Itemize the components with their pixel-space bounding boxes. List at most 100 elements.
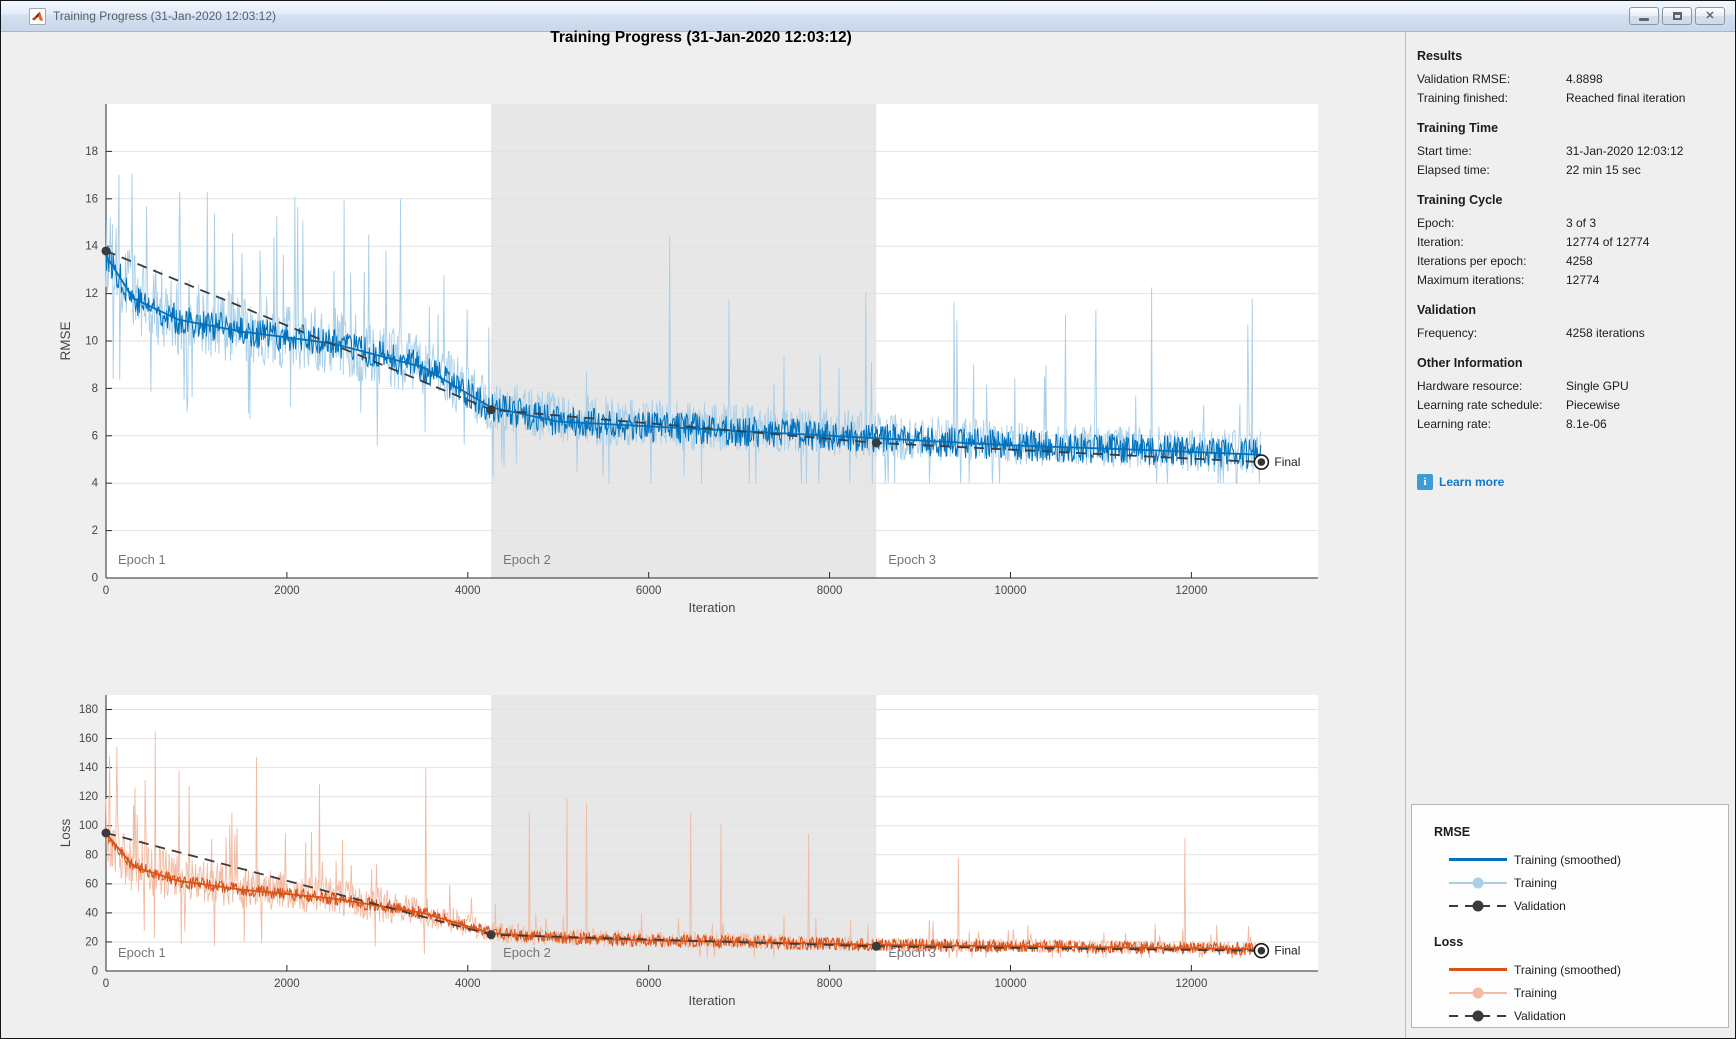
info-label: Epoch: — [1417, 216, 1455, 230]
info-value: Piecewise — [1566, 398, 1621, 412]
legend-line-sample — [1449, 900, 1507, 912]
info-row: Learning rate schedule: Piecewise — [1417, 396, 1724, 415]
info-value: Reached final iteration — [1566, 91, 1686, 105]
legend-item-label: Training (smoothed) — [1514, 962, 1621, 977]
learn-more-link[interactable]: i Learn more — [1417, 474, 1724, 490]
info-value: 4.8898 — [1566, 72, 1603, 86]
svg-text:18: 18 — [85, 146, 98, 158]
svg-text:14: 14 — [85, 241, 98, 253]
info-value: 4258 — [1566, 254, 1593, 268]
svg-text:2: 2 — [92, 525, 98, 537]
info-row: Start time: 31-Jan-2020 12:03:12 — [1417, 142, 1724, 161]
svg-text:12000: 12000 — [1175, 585, 1207, 597]
svg-text:Epoch 1: Epoch 1 — [118, 552, 166, 567]
svg-text:Epoch 2: Epoch 2 — [503, 945, 551, 960]
svg-text:12: 12 — [85, 288, 98, 300]
info-row: Frequency: 4258 iterations — [1417, 324, 1724, 343]
close-icon: ✕ — [1705, 9, 1715, 22]
svg-text:20: 20 — [85, 936, 98, 948]
minimize-button[interactable] — [1629, 7, 1659, 25]
svg-text:8: 8 — [92, 383, 98, 395]
svg-text:4000: 4000 — [455, 585, 481, 597]
svg-text:Final: Final — [1274, 455, 1300, 469]
info-label: Learning rate schedule: — [1417, 398, 1543, 412]
svg-text:10: 10 — [85, 336, 98, 348]
section-heading: Training Time — [1417, 121, 1499, 135]
info-value: 12774 of 12774 — [1566, 235, 1650, 249]
svg-text:RMSE: RMSE — [58, 321, 73, 360]
info-label: Iteration: — [1417, 235, 1464, 249]
svg-text:6000: 6000 — [636, 585, 662, 597]
minimize-icon — [1639, 17, 1649, 21]
section-heading: Results — [1417, 49, 1463, 63]
legend: RMSE Training (smoothed) Training Valida… — [1411, 804, 1729, 1028]
legend-item: Training — [1434, 981, 1728, 1004]
results-section: Results Validation RMSE: 4.8898 Training… — [1417, 49, 1724, 108]
svg-text:Iteration: Iteration — [689, 993, 736, 1008]
info-row: Validation RMSE: 4.8898 — [1417, 70, 1724, 89]
info-value: 8.1e-06 — [1566, 417, 1607, 431]
legend-item: Validation — [1434, 1004, 1728, 1027]
info-label: Hardware resource: — [1417, 379, 1523, 393]
legend-item: Training — [1434, 871, 1728, 894]
other-information-section: Other Information Hardware resource: Sin… — [1417, 356, 1724, 434]
info-label: Training finished: — [1417, 91, 1508, 105]
info-label: Learning rate: — [1417, 417, 1492, 431]
legend-group-loss: Loss Training (smoothed) Training Valida… — [1434, 935, 1728, 1027]
matlab-icon — [29, 7, 46, 25]
info-row: Epoch: 3 of 3 — [1417, 214, 1724, 233]
legend-item-label: Validation — [1514, 1008, 1566, 1023]
maximize-button[interactable] — [1662, 7, 1692, 25]
legend-line-sample — [1449, 854, 1507, 866]
section-heading: Other Information — [1417, 356, 1523, 370]
svg-text:140: 140 — [79, 762, 98, 774]
svg-text:Epoch 3: Epoch 3 — [888, 552, 936, 567]
info-value: 31-Jan-2020 12:03:12 — [1566, 144, 1684, 158]
section-heading: Validation — [1417, 303, 1477, 317]
window-title: Training Progress (31-Jan-2020 12:03:12) — [53, 9, 277, 23]
legend-item-label: Training (smoothed) — [1514, 852, 1621, 867]
close-button[interactable]: ✕ — [1695, 7, 1725, 25]
svg-text:Final: Final — [1274, 944, 1300, 958]
svg-text:Loss: Loss — [58, 818, 73, 847]
svg-text:0: 0 — [103, 585, 109, 597]
svg-text:120: 120 — [79, 791, 98, 803]
training-progress-window: Training Progress (31-Jan-2020 12:03:12)… — [0, 0, 1736, 1039]
legend-item-label: Validation — [1514, 898, 1566, 913]
info-value: 4258 iterations — [1566, 326, 1645, 340]
svg-text:6: 6 — [92, 430, 98, 442]
legend-item: Training (smoothed) — [1434, 958, 1728, 981]
svg-text:4000: 4000 — [455, 978, 481, 990]
svg-text:80: 80 — [85, 849, 98, 861]
training-time-section: Training Time Start time: 31-Jan-2020 12… — [1417, 121, 1724, 180]
svg-text:Epoch 2: Epoch 2 — [503, 552, 551, 567]
svg-text:Iteration: Iteration — [689, 600, 736, 615]
info-row: Hardware resource: Single GPU — [1417, 377, 1724, 396]
legend-item: Training (smoothed) — [1434, 848, 1728, 871]
svg-text:12000: 12000 — [1175, 978, 1207, 990]
legend-line-sample — [1449, 877, 1507, 889]
training-cycle-section: Training Cycle Epoch: 3 of 3 Iteration: … — [1417, 193, 1724, 290]
rmse-chart: 0 2 4 6 8 10 12 14 16 18 0 2000 4000 6000 8000 10000 120… — [58, 104, 1318, 615]
info-value: 12774 — [1566, 273, 1600, 287]
info-value: Single GPU — [1566, 379, 1629, 393]
info-label: Maximum iterations: — [1417, 273, 1525, 287]
svg-text:40: 40 — [85, 907, 98, 919]
loss-chart: 0 20 40 60 80 100 120 140 160 180 0 2000 4000 6000 800… — [58, 695, 1318, 1008]
info-label: Start time: — [1417, 144, 1472, 158]
section-heading: Training Cycle — [1417, 193, 1503, 207]
info-row: Maximum iterations: 12774 — [1417, 271, 1724, 290]
legend-line-sample — [1449, 1010, 1507, 1022]
svg-text:0: 0 — [92, 966, 98, 978]
svg-text:8000: 8000 — [817, 585, 843, 597]
maximize-icon — [1672, 12, 1682, 20]
svg-text:60: 60 — [85, 878, 98, 890]
legend-group-title: Loss — [1434, 935, 1464, 949]
info-value: 3 of 3 — [1566, 216, 1597, 230]
legend-line-sample — [1449, 987, 1507, 999]
validation-section: Validation Frequency: 4258 iterations — [1417, 303, 1724, 343]
info-row: Elapsed time: 22 min 15 sec — [1417, 161, 1724, 180]
svg-text:160: 160 — [79, 733, 98, 745]
svg-text:0: 0 — [103, 978, 109, 990]
info-label: Iterations per epoch: — [1417, 254, 1527, 268]
